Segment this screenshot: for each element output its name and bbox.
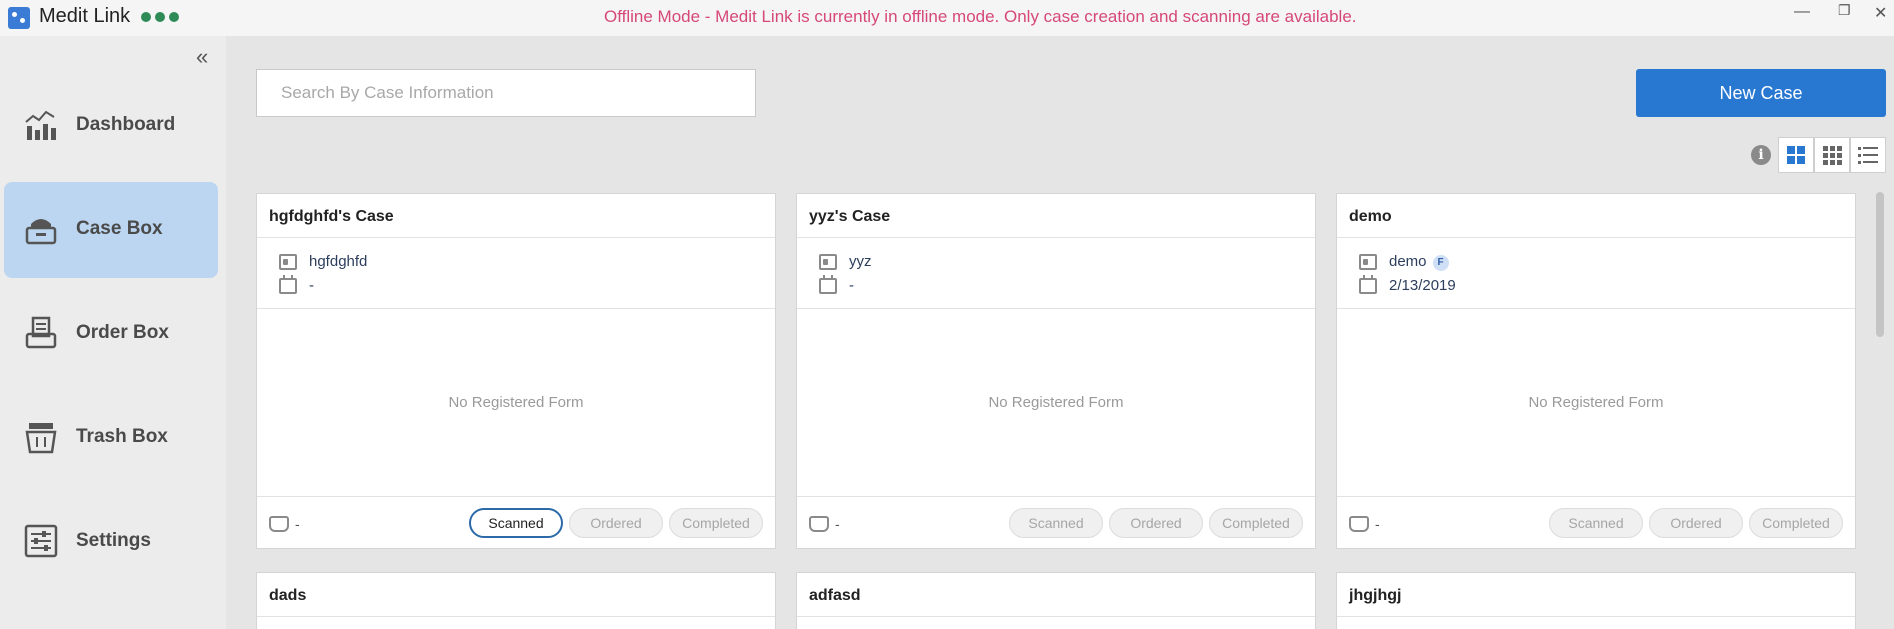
calendar-icon xyxy=(1359,275,1377,294)
collapse-sidebar-button[interactable]: « xyxy=(196,44,208,70)
ordered-status-pill[interactable]: Ordered xyxy=(1649,508,1743,538)
scanner-value: - xyxy=(295,516,300,532)
large-grid-view-button[interactable] xyxy=(1778,137,1814,173)
dashboard-icon xyxy=(25,110,56,140)
case-date: 2/13/2019 xyxy=(1389,277,1456,294)
case-date: - xyxy=(849,277,854,294)
case-title: jhgjhgj xyxy=(1349,587,1402,604)
new-case-button[interactable]: New Case xyxy=(1636,69,1886,117)
case-date: - xyxy=(309,277,314,294)
scanned-status-pill[interactable]: Scanned xyxy=(1549,508,1643,538)
info-icon[interactable]: i xyxy=(1751,145,1771,165)
sidebar-item-order-box[interactable]: Order Box xyxy=(4,286,218,382)
sidebar: « Dashboard Case Box Order Box Trash Box… xyxy=(0,36,226,629)
patient-name: hgfdghfd xyxy=(309,253,368,270)
patient-id-icon xyxy=(279,254,297,270)
case-title: yyz's Case xyxy=(809,208,891,225)
offline-mode-message: Offline Mode - Medit Link is currently i… xyxy=(604,7,1357,26)
patient-id-icon xyxy=(819,254,837,270)
scanner-value: - xyxy=(835,516,840,532)
app-title: Medit Link xyxy=(39,5,131,27)
sidebar-item-dashboard[interactable]: Dashboard xyxy=(4,78,218,174)
sidebar-item-label: Trash Box xyxy=(76,426,168,447)
case-title: demo xyxy=(1349,208,1392,225)
connection-status-dots xyxy=(141,12,179,22)
patient-id-icon xyxy=(1359,254,1377,270)
sidebar-item-trash-box[interactable]: Trash Box xyxy=(4,390,218,486)
large-grid-icon xyxy=(1787,146,1805,164)
scanned-status-pill[interactable]: Scanned xyxy=(469,508,563,538)
small-grid-icon xyxy=(1823,146,1842,165)
completed-status-pill[interactable]: Completed xyxy=(1209,508,1303,538)
calendar-icon xyxy=(819,275,837,294)
minimize-button[interactable]: — xyxy=(1794,3,1810,21)
list-icon xyxy=(1858,147,1878,164)
ordered-status-pill[interactable]: Ordered xyxy=(569,508,663,538)
patient-name-row: demo F xyxy=(1389,253,1449,271)
list-view-button[interactable] xyxy=(1850,137,1886,173)
case-card[interactable]: dads xyxy=(256,572,776,629)
case-box-icon xyxy=(25,219,57,245)
title-bar: Medit Link Offline Mode - Medit Link is … xyxy=(0,0,1894,36)
vertical-scrollbar[interactable] xyxy=(1876,192,1884,337)
scanner-icon xyxy=(1349,516,1369,532)
sidebar-item-label: Order Box xyxy=(76,322,169,343)
close-button[interactable]: ✕ xyxy=(1874,3,1887,23)
scanner-icon xyxy=(809,516,829,532)
case-card[interactable]: yyz's Case yyz - No Registered Form - Sc… xyxy=(796,193,1316,549)
trash-box-icon xyxy=(25,423,57,454)
medit-link-logo-icon xyxy=(8,7,30,29)
sidebar-item-case-box[interactable]: Case Box xyxy=(4,182,218,278)
gender-badge: F xyxy=(1432,255,1449,271)
ordered-status-pill[interactable]: Ordered xyxy=(1109,508,1203,538)
small-grid-view-button[interactable] xyxy=(1814,137,1850,173)
completed-status-pill[interactable]: Completed xyxy=(669,508,763,538)
patient-name: yyz xyxy=(849,253,872,270)
calendar-icon xyxy=(279,275,297,294)
no-registered-form-text: No Registered Form xyxy=(1528,394,1664,411)
case-card[interactable]: jhgjhgj xyxy=(1336,572,1856,629)
case-title: dads xyxy=(269,587,307,604)
patient-name: demo xyxy=(1389,253,1427,270)
scanner-icon xyxy=(269,516,289,532)
no-registered-form-text: No Registered Form xyxy=(988,394,1124,411)
scanned-status-pill[interactable]: Scanned xyxy=(1009,508,1103,538)
case-card[interactable]: adfasd xyxy=(796,572,1316,629)
restore-button[interactable]: ❐ xyxy=(1838,2,1851,19)
case-title: hgfdghfd's Case xyxy=(269,208,394,225)
case-card[interactable]: hgfdghfd's Case hgfdghfd - No Registered… xyxy=(256,193,776,549)
sidebar-item-label: Case Box xyxy=(76,218,163,239)
search-input[interactable] xyxy=(256,69,756,117)
scanner-value: - xyxy=(1375,516,1380,532)
sidebar-item-label: Settings xyxy=(76,530,151,551)
sidebar-item-label: Dashboard xyxy=(76,114,176,135)
order-box-icon xyxy=(25,316,57,349)
sidebar-item-settings[interactable]: Settings xyxy=(4,494,218,590)
case-title: adfasd xyxy=(809,587,861,604)
settings-icon xyxy=(24,524,58,558)
no-registered-form-text: No Registered Form xyxy=(448,394,584,411)
completed-status-pill[interactable]: Completed xyxy=(1749,508,1843,538)
case-card[interactable]: demo demo F 2/13/2019 No Registered Form … xyxy=(1336,193,1856,549)
